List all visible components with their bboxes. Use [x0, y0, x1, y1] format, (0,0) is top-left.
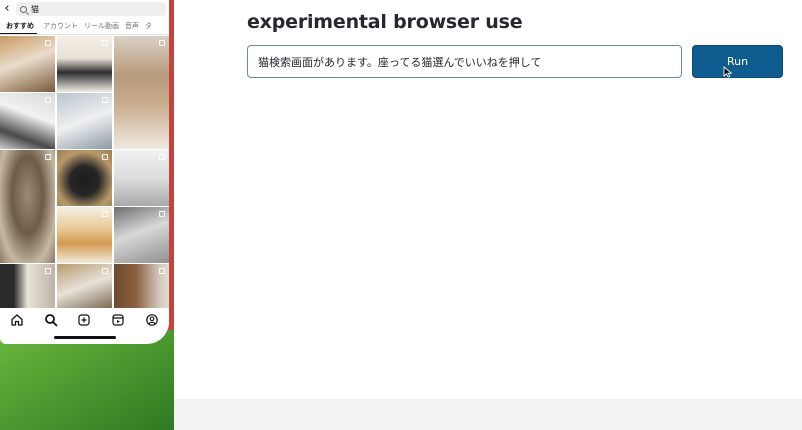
select-box	[45, 97, 51, 103]
cat-photo-tile[interactable]	[57, 150, 112, 206]
create-icon[interactable]	[77, 312, 91, 326]
select-box	[159, 211, 165, 217]
phone-mirror: ‹ 猫 おすすめ アカウント リール動画 音声 タ	[0, 0, 169, 344]
cat-photo-tile[interactable]	[0, 36, 55, 92]
select-box	[45, 154, 51, 160]
tab-recommended[interactable]: おすすめ	[0, 19, 37, 34]
search-query: 猫	[31, 4, 39, 14]
page-title: experimental browser use	[247, 11, 523, 33]
cat-photo-tile[interactable]	[114, 36, 169, 149]
select-box	[159, 40, 165, 46]
home-indicator	[54, 336, 116, 339]
tab-reels[interactable]: リール動画	[78, 19, 119, 34]
search-icon[interactable]	[44, 312, 58, 327]
search-results-grid	[0, 36, 169, 308]
select-box	[45, 268, 51, 274]
select-box	[159, 154, 165, 160]
select-box	[102, 154, 108, 160]
back-icon[interactable]: ‹	[0, 0, 14, 18]
search-icon	[20, 5, 27, 13]
tab-audio[interactable]: 音声	[119, 19, 139, 34]
cat-photo-tile[interactable]	[57, 264, 112, 308]
main-app: experimental browser use Run	[174, 0, 802, 430]
select-box	[102, 97, 108, 103]
search-row: ‹ 猫	[0, 0, 169, 18]
tab-accounts[interactable]: アカウント	[37, 19, 78, 34]
mouse-cursor-icon	[723, 63, 733, 78]
cat-photo-tile[interactable]	[114, 207, 169, 263]
cat-photo-tile[interactable]	[114, 264, 169, 308]
cat-photo-tile[interactable]	[57, 93, 112, 149]
footer-band	[174, 399, 802, 430]
select-box	[159, 268, 165, 274]
cat-photo-tile[interactable]	[0, 264, 55, 308]
run-button[interactable]: Run	[692, 45, 783, 78]
cat-photo-tile[interactable]	[57, 207, 112, 263]
select-box	[102, 40, 108, 46]
profile-icon[interactable]	[145, 312, 159, 326]
bottom-nav	[0, 309, 169, 329]
tab-tags[interactable]: タ	[139, 19, 152, 34]
cat-photo-tile[interactable]	[0, 150, 55, 263]
search-tabs: おすすめ アカウント リール動画 音声 タ	[0, 19, 169, 35]
cat-photo-tile[interactable]	[0, 93, 55, 149]
cat-photo-tile[interactable]	[114, 150, 169, 206]
home-icon[interactable]	[10, 312, 24, 326]
task-input[interactable]	[247, 45, 682, 78]
select-box	[102, 268, 108, 274]
search-input[interactable]: 猫	[16, 2, 166, 16]
select-box	[102, 211, 108, 217]
select-box	[45, 40, 51, 46]
cat-photo-tile[interactable]	[57, 36, 112, 92]
reels-icon[interactable]	[111, 312, 125, 326]
